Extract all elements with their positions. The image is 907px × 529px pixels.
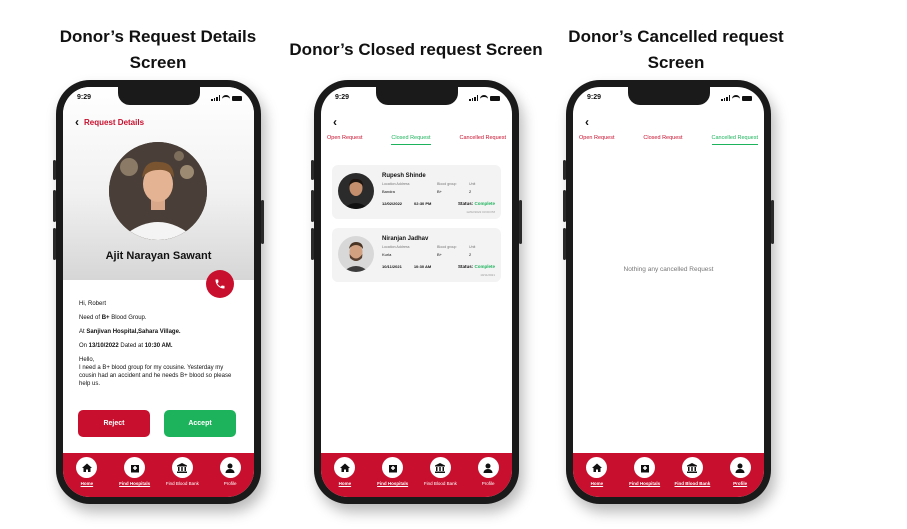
back-button[interactable]: ‹ <box>585 116 589 128</box>
page-title: Request Details <box>84 117 145 127</box>
screen: 9:29 ‹ Open Request Closed Request Cance… <box>321 87 512 497</box>
bank-icon <box>171 457 193 478</box>
nav-profile[interactable]: Profile <box>718 457 762 497</box>
battery-icon <box>490 95 500 101</box>
back-button[interactable]: ‹ Request Details <box>75 116 144 128</box>
hospital-icon <box>382 457 404 478</box>
nav-home[interactable]: Home <box>323 457 367 497</box>
user-icon <box>729 457 751 478</box>
bottom-nav: Home Find Hospitals Find Blood Bank Prof… <box>321 453 512 497</box>
nav-profile[interactable]: Profile <box>466 457 510 497</box>
nav-find-hospitals[interactable]: Find Hospitals <box>371 457 415 497</box>
phone-closed-requests: 9:29 ‹ Open Request Closed Request Cance… <box>311 80 522 504</box>
request-card[interactable]: Rupesh Shinde Location Address Blood gro… <box>332 165 501 219</box>
signal-icon <box>721 95 730 101</box>
accept-button[interactable]: Accept <box>164 410 236 437</box>
request-message: Hi, Robert Need of B+ Blood Group. At Sa… <box>79 300 237 388</box>
signal-icon <box>211 95 220 101</box>
empty-state-message: Nothing any cancelled Request <box>623 266 714 273</box>
call-button[interactable] <box>206 270 234 298</box>
need-line: Need of B+ Blood Group. <box>79 315 147 321</box>
wifi-icon <box>732 95 740 101</box>
nav-home[interactable]: Home <box>65 457 109 497</box>
nav-find-blood-bank[interactable]: Find Blood Bank <box>418 457 462 497</box>
home-icon <box>76 457 98 478</box>
avatar <box>338 173 374 209</box>
request-card[interactable]: Niranjan Jadhav Location Address Blood g… <box>332 228 501 282</box>
wifi-icon <box>222 95 230 101</box>
bottom-nav: Home Find Hospitals Find Blood Bank Prof… <box>573 453 764 497</box>
title-closed-request: Donor’s Closed request Screen <box>289 40 543 59</box>
nav-profile[interactable]: Profile <box>208 457 252 497</box>
chevron-left-icon: ‹ <box>75 115 79 129</box>
phone-request-details: 9:29 ‹ Request Details Ajit Narayan Sawa… <box>53 80 264 504</box>
nav-find-blood-bank[interactable]: Find Blood Bank <box>670 457 714 497</box>
hospital-icon <box>124 457 146 478</box>
tab-open-request[interactable]: Open Request <box>579 135 614 145</box>
bank-icon <box>681 457 703 478</box>
reject-button[interactable]: Reject <box>78 410 150 437</box>
request-tabs: Open Request Closed Request Cancelled Re… <box>579 135 758 145</box>
screen: 9:29 ‹ Request Details Ajit Narayan Sawa… <box>63 87 254 497</box>
tab-cancelled-request[interactable]: Cancelled Request <box>711 135 758 145</box>
nav-home[interactable]: Home <box>575 457 619 497</box>
nav-find-hospitals[interactable]: Find Hospitals <box>623 457 667 497</box>
date-line: On 13/10/2022 Dated at 10:30 AM. <box>79 343 173 349</box>
title-cancelled-request: Donor’s Cancelled request Screen <box>568 27 784 72</box>
tab-closed-request[interactable]: Closed Request <box>391 135 431 145</box>
tab-open-request[interactable]: Open Request <box>327 135 362 145</box>
title-request-details: Donor’s Request Details Screen <box>59 27 257 72</box>
battery-icon <box>232 95 242 101</box>
status-time: 9:29 <box>587 94 602 101</box>
hospital-line: At Sanjivan Hospital,Sahara Village. <box>79 329 181 335</box>
notch <box>627 87 710 105</box>
avatar <box>338 236 374 272</box>
phone-cancelled-requests: 9:29 ‹ Open Request Closed Request Cance… <box>563 80 774 504</box>
request-tabs: Open Request Closed Request Cancelled Re… <box>327 135 506 145</box>
nav-find-hospitals[interactable]: Find Hospitals <box>113 457 157 497</box>
bank-icon <box>429 457 451 478</box>
screen: 9:29 ‹ Open Request Closed Request Cance… <box>573 87 764 497</box>
battery-icon <box>742 95 752 101</box>
signal-icon <box>469 95 478 101</box>
greeting: Hi, Robert <box>79 301 107 307</box>
donor-name: Ajit Narayan Sawant <box>105 250 212 262</box>
user-icon <box>477 457 499 478</box>
status-badge: Status: Complete <box>457 201 495 206</box>
tab-cancelled-request[interactable]: Cancelled Request <box>460 135 506 145</box>
home-icon <box>586 457 608 478</box>
user-icon <box>219 457 241 478</box>
notch <box>375 87 458 105</box>
bottom-nav: Home Find Hospitals Find Blood Bank Prof… <box>63 453 254 497</box>
status-badge: Status: Complete <box>457 264 495 269</box>
avatar <box>109 142 207 240</box>
notch <box>117 87 200 105</box>
message-body: Hello, I need a B+ blood group for my co… <box>79 357 232 387</box>
back-button[interactable]: ‹ <box>333 116 337 128</box>
status-time: 9:29 <box>77 94 92 101</box>
tab-closed-request[interactable]: Closed Request <box>643 135 682 145</box>
nav-find-blood-bank[interactable]: Find Blood Bank <box>160 457 204 497</box>
status-time: 9:29 <box>335 94 350 101</box>
wifi-icon <box>480 95 488 101</box>
hospital-icon <box>634 457 656 478</box>
phone-icon <box>215 279 225 289</box>
home-icon <box>334 457 356 478</box>
